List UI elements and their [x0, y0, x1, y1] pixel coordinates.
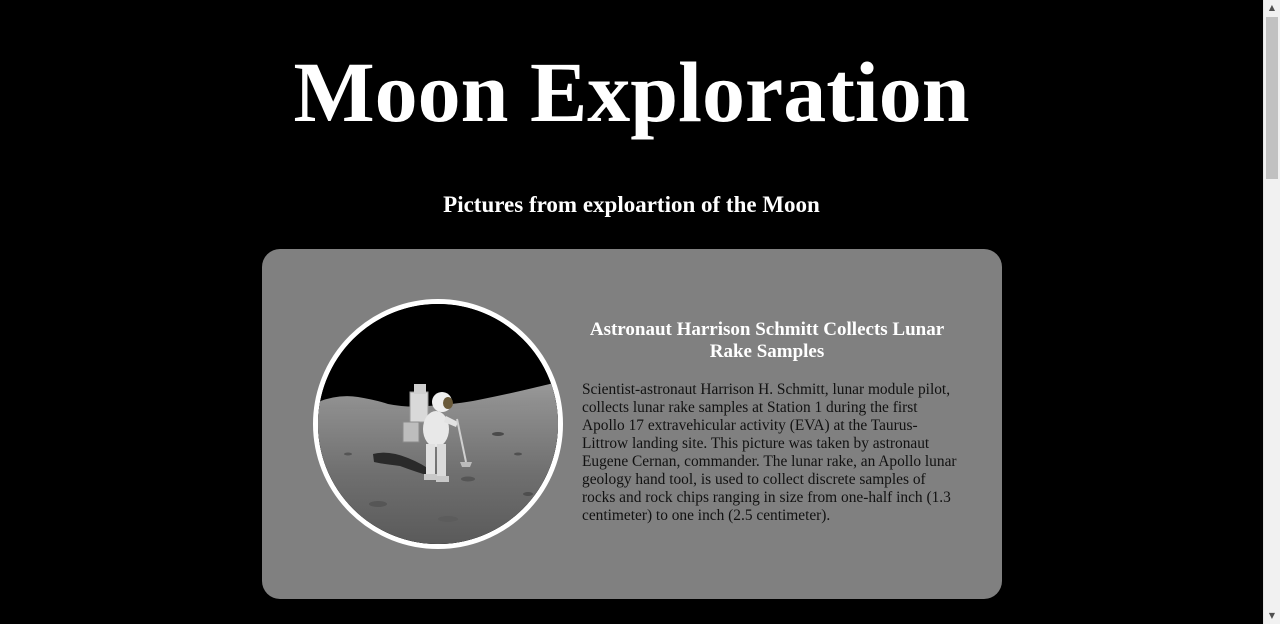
astronaut-photo	[313, 299, 563, 549]
arrow-down-icon[interactable]: ▼	[1264, 608, 1280, 624]
page: Moon Exploration Pictures from exploarti…	[0, 0, 1263, 624]
card-title: Astronaut Harrison Schmitt Collects Luna…	[589, 319, 945, 362]
arrow-up-icon[interactable]: ▲	[1264, 0, 1280, 16]
page-subtitle: Pictures from exploartion of the Moon	[443, 192, 820, 217]
page-title: Moon Exploration	[293, 44, 970, 140]
vertical-scrollbar[interactable]: ▲ ▼	[1263, 0, 1280, 624]
photo-card: Astronaut Harrison Schmitt Collects Luna…	[262, 249, 1002, 599]
astronaut-photo-drawing	[318, 304, 558, 544]
card-description: Scientist-astronaut Harrison H. Schmitt,…	[582, 381, 957, 524]
scrollbar-thumb[interactable]	[1266, 17, 1278, 179]
